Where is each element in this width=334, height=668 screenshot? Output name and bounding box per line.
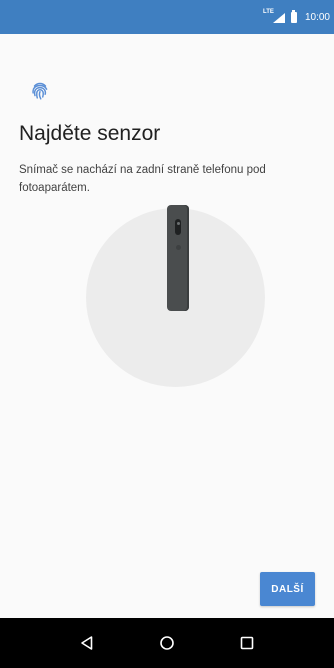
recents-button[interactable] (232, 628, 262, 658)
navigation-bar (0, 618, 334, 668)
page-title: Najděte senzor (19, 122, 161, 145)
back-icon (81, 636, 93, 650)
screen: LTE 10:00 Najděte senzor Snímač se nachá… (0, 0, 334, 668)
phone-fingerprint-sensor (175, 245, 181, 250)
back-button[interactable] (72, 628, 102, 658)
status-icons: LTE 10:00 (263, 9, 330, 24)
signal-icon (272, 13, 285, 23)
phone-back-illustration (167, 205, 189, 311)
home-button[interactable] (152, 628, 182, 658)
home-icon (160, 636, 174, 650)
phone-camera (175, 219, 181, 235)
battery-icon (290, 9, 297, 23)
recents-icon (240, 636, 254, 650)
fingerprint-icon (32, 82, 48, 100)
next-button[interactable]: DALŠÍ (260, 572, 315, 606)
lte-signal-group: LTE (263, 9, 285, 24)
description-text: Snímač se nachází na zadní straně telefo… (19, 164, 266, 194)
status-clock: 10:00 (304, 11, 330, 23)
status-bar: LTE 10:00 (0, 0, 334, 34)
